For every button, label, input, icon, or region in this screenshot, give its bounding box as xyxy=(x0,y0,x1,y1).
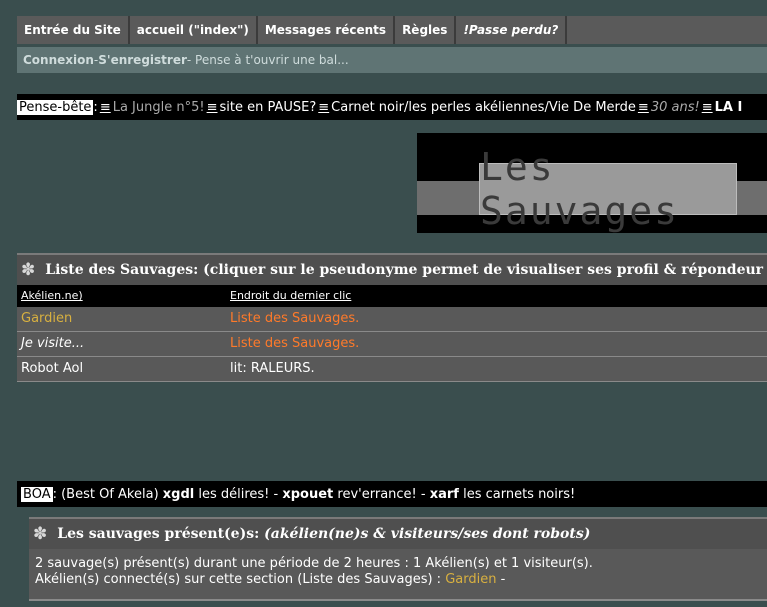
boa-label: BOA xyxy=(21,486,53,502)
nav-entree[interactable]: Entrée du Site xyxy=(17,16,130,44)
boa-xpouet-link[interactable]: xpouet xyxy=(282,487,333,502)
presents-title-main: Les sauvages présent(e)s: xyxy=(57,526,265,542)
presents-title-ital: (akélien(ne)s & visiteurs/ses dont robot… xyxy=(264,526,591,542)
row-place[interactable]: Liste des Sauvages. xyxy=(230,336,359,351)
menu-icon: ≡ xyxy=(701,99,713,115)
row-place[interactable]: Liste des Sauvages. xyxy=(230,311,359,326)
list-title: Liste des Sauvages: (cliquer sur le pseu… xyxy=(45,262,767,278)
pense-bete-label: Pense-bête xyxy=(17,99,94,115)
pense-item-carnet[interactable]: Carnet noir/les perles akéliennes/Vie De… xyxy=(331,100,636,115)
paw-icon: ✽ xyxy=(21,260,36,280)
presents-divider xyxy=(29,599,767,601)
login-bar: Connexion - S'enregistrer - Pense à t'ou… xyxy=(17,47,767,73)
top-nav: Entrée du Site accueil ("index") Message… xyxy=(17,16,767,44)
boa-text-1: les délires! - xyxy=(194,486,283,502)
boa-text-2: rev'errance! - xyxy=(333,486,430,502)
nav-regles[interactable]: Règles xyxy=(395,16,457,44)
pense-item-jungle[interactable]: La Jungle n°5! xyxy=(113,100,205,115)
presents-line-2-post: - xyxy=(496,572,506,587)
presents-body: 2 sauvage(s) présent(s) durant une pério… xyxy=(35,556,593,588)
menu-icon: ≡ xyxy=(206,99,218,115)
subnav-note: - Pense à t'ouvrir une bal... xyxy=(186,53,349,67)
table-row: Robot Aol lit: RALEURS. xyxy=(17,357,767,382)
row-name: Robot Aol xyxy=(21,361,84,376)
list-columns: Akélien.ne) Endroit du dernier clic xyxy=(17,285,767,307)
list-header: ✽ Liste des Sauvages: (cliquer sur le ps… xyxy=(17,253,767,285)
row-name: Je visite... xyxy=(21,336,85,351)
les-sauvages-banner: Les Sauvages xyxy=(417,133,767,233)
presents-header: ✽ Les sauvages présent(e)s: (akélien(ne)… xyxy=(29,517,767,549)
register-link[interactable]: S'enregistrer xyxy=(98,53,187,67)
table-row: Gardien Liste des Sauvages. xyxy=(17,307,767,332)
pense-item-pause[interactable]: site en PAUSE? xyxy=(220,100,317,115)
banner-title: Les Sauvages xyxy=(479,145,737,233)
nav-messages-recents[interactable]: Messages récents xyxy=(258,16,396,44)
col-akelien[interactable]: Akélien.ne) xyxy=(21,289,83,302)
table-row: Je visite... Liste des Sauvages. xyxy=(17,332,767,357)
pense-item-30ans[interactable]: 30 ans! xyxy=(651,100,700,115)
col-endroit[interactable]: Endroit du dernier clic xyxy=(230,289,351,302)
nav-accueil[interactable]: accueil ("index") xyxy=(130,16,258,44)
nav-passe-perdu[interactable]: !Passe perdu? xyxy=(456,16,568,44)
presents-user-link[interactable]: Gardien xyxy=(445,572,496,587)
boa-bar: BOA : (Best Of Akela) xgdl les délires! … xyxy=(17,481,767,507)
menu-icon: ≡ xyxy=(318,99,330,115)
login-link[interactable]: Connexion xyxy=(23,53,94,67)
presents-title: Les sauvages présent(e)s: (akélien(ne)s … xyxy=(57,526,590,542)
row-place: lit: RALEURS. xyxy=(230,361,315,376)
menu-icon: ≡ xyxy=(637,99,649,115)
boa-xgdl-link[interactable]: xgdl xyxy=(163,487,194,502)
pense-bete-bar: Pense-bête : ≡ La Jungle n°5! ≡ site en … xyxy=(17,94,767,120)
boa-intro: : (Best Of Akela) xyxy=(52,486,163,502)
boa-text-3: les carnets noirs! xyxy=(458,486,576,502)
presents-line-1: 2 sauvage(s) présent(s) durant une pério… xyxy=(35,556,593,571)
menu-icon: ≡ xyxy=(99,99,111,115)
paw-icon: ✽ xyxy=(33,524,48,544)
presents-line-2: Akélien(s) connecté(s) sur cette section… xyxy=(35,572,593,588)
presents-panel: ✽ Les sauvages présent(e)s: (akélien(ne)… xyxy=(29,517,767,601)
row-name[interactable]: Gardien xyxy=(21,311,72,326)
pense-item-la[interactable]: LA I xyxy=(715,100,743,115)
presents-line-2-pre: Akélien(s) connecté(s) sur cette section… xyxy=(35,572,446,587)
boa-xarf-link[interactable]: xarf xyxy=(430,487,459,502)
